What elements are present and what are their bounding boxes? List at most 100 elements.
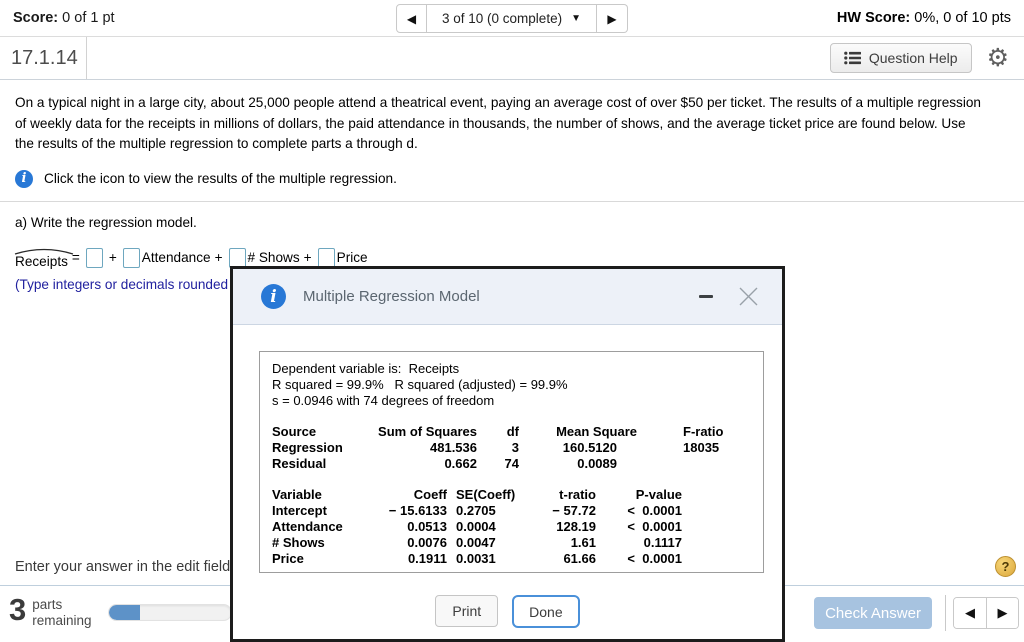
question-help-label: Question Help (868, 50, 958, 66)
formula-lhs: Receipts (15, 253, 68, 269)
prev-arrow-icon: ◀ (406, 11, 417, 26)
hw-score-label: HW Score: (836, 10, 911, 26)
coeff-cell: 0.0031 (456, 551, 496, 566)
shows-label: # Shows (247, 250, 300, 266)
prev-part-button[interactable]: ◀ (954, 598, 986, 628)
info-icon[interactable]: i (15, 169, 33, 188)
parts-label-line1: parts (32, 597, 63, 612)
footer-vertical-divider (945, 595, 946, 631)
regression-results-dialog: i Multiple Regression Model Dependent va… (230, 266, 785, 642)
next-arrow-icon: ▶ (607, 11, 617, 26)
anova-cell (637, 456, 683, 472)
hw-score-text: HW Score: 0%, 0 of 10 pts (837, 10, 1011, 26)
intercept-input[interactable] (85, 247, 103, 268)
shows-coef-input[interactable] (228, 247, 246, 268)
score-text: Score: 0 of 1 pt (13, 10, 115, 26)
coeff-row-shows: # Shows 0.0076 0.0047 1.61 0.1117 (272, 535, 751, 551)
price-label: Price (336, 250, 368, 266)
coeff-cell: 0.0004 (456, 519, 496, 534)
regression-output-box: Dependent variable is: Receipts R square… (259, 351, 764, 573)
anova-row-residual: Residual 0.662 74 0.0089 (272, 456, 751, 472)
attendance-label: Attendance (141, 250, 211, 266)
part-a-prompt: a) Write the regression model. (15, 214, 197, 230)
coeff-cell: 1.61 (570, 535, 596, 550)
view-results-row: i Click the icon to view the results of … (0, 155, 1024, 201)
coeff-header: SE(Coeff) (456, 487, 516, 502)
coeff-cell: − 57.72 (552, 503, 596, 518)
coeff-row-intercept: Intercept − 15.6133 0.2705 − 57.72 < 0.0… (272, 503, 751, 519)
anova-row-regression: Regression 481.536 3 160.5120 18035 (272, 440, 751, 456)
progress-bar (108, 604, 232, 621)
s-line: s = 0.0946 with 74 degrees of freedom (272, 393, 495, 408)
question-bar-actions: Question Help ⚙ (829, 37, 1024, 79)
anova-header: df (506, 424, 519, 439)
anova-header: Mean Square (556, 424, 637, 439)
dialog-header[interactable]: i Multiple Regression Model (233, 269, 782, 325)
coeff-cell: 0.1911 (407, 551, 447, 566)
coeff-cell: 0.0076 (407, 535, 447, 550)
coeff-cell: < 0.0001 (627, 519, 682, 534)
anova-cell: 0.0089 (577, 456, 617, 471)
anova-cell: Regression (272, 440, 343, 455)
next-question-button[interactable]: ▶ (596, 4, 628, 33)
answer-hint-text: Enter your answer in the edit fields (15, 559, 232, 575)
score-label: Score: (13, 10, 59, 26)
coeff-cell: Price (272, 551, 304, 566)
plus-sign-2: + (214, 250, 223, 266)
coeff-header: Coeff (413, 487, 447, 502)
info-icon: i (261, 284, 286, 309)
problem-statement: On a typical night in a large city, abou… (15, 95, 981, 152)
coeff-cell: < 0.0001 (627, 551, 682, 566)
dependent-variable-line: Dependent variable is: Receipts (272, 361, 460, 376)
anova-header: F-ratio (683, 424, 724, 439)
r-squared-line: R squared = 99.9% R squared (adjusted) =… (272, 377, 568, 392)
score-bar: Score: 0 of 1 pt ◀ 3 of 10 (0 complete) … (0, 0, 1024, 37)
coeff-cell: 0.0047 (456, 535, 496, 550)
minimize-icon[interactable] (699, 295, 713, 298)
coeff-header: t-ratio (559, 487, 596, 502)
receipts-hat-term: Receipts (14, 247, 74, 269)
anova-cell: Residual (272, 456, 327, 471)
footer-nav-group: ◀ ▶ (953, 597, 1019, 629)
anova-cell: 0.662 (444, 456, 477, 471)
parts-remaining-label: parts remaining (32, 597, 91, 629)
price-coef-input[interactable] (317, 247, 335, 268)
close-icon[interactable] (737, 285, 760, 308)
anova-cell: 18035 (683, 440, 720, 455)
help-icon[interactable]: ? (995, 556, 1016, 577)
coeff-row-price: Price 0.1911 0.0031 61.66 < 0.0001 (272, 551, 751, 567)
coeff-cell: < 0.0001 (627, 503, 682, 518)
dialog-title: Multiple Regression Model (303, 288, 480, 305)
anova-cell: 481.536 (430, 440, 477, 455)
question-help-button[interactable]: Question Help (829, 43, 972, 73)
question-position-label: 3 of 10 (0 complete) (442, 11, 563, 26)
coeff-cell: 0.2705 (456, 503, 496, 518)
chevron-down-icon: ▼ (571, 13, 581, 24)
coeff-cell: 0.1117 (643, 535, 682, 550)
next-part-button[interactable]: ▶ (986, 598, 1018, 628)
anova-header: Source (272, 424, 317, 439)
coeff-cell: Intercept (272, 503, 327, 518)
gear-icon[interactable]: ⚙ (987, 45, 1009, 71)
parts-label-line2: remaining (32, 613, 92, 629)
prev-question-button[interactable]: ◀ (396, 4, 428, 33)
coeff-row-attendance: Attendance 0.0513 0.0004 128.19 < 0.0001 (272, 519, 751, 535)
view-results-note: Click the icon to view the results of th… (44, 171, 397, 187)
hat-icon (14, 248, 74, 255)
check-answer-button[interactable]: Check Answer (814, 597, 932, 629)
question-id: 17.1.14 (0, 37, 87, 79)
attendance-coef-input[interactable] (122, 247, 140, 268)
anova-cell: 160.5120 (562, 440, 617, 455)
coeff-header: P-value (635, 487, 682, 502)
question-select-dropdown[interactable]: 3 of 10 (0 complete) ▼ (427, 4, 597, 33)
anova-cell: 74 (504, 456, 519, 471)
done-button[interactable]: Done (512, 595, 580, 628)
list-icon (844, 51, 861, 65)
plus-sign-1: + (108, 250, 117, 266)
parts-remaining: 3 parts remaining (9, 592, 92, 629)
coeff-header-row: Variable Coeff SE(Coeff) t-ratio P-value (272, 487, 751, 503)
hw-score-value: 0%, 0 of 10 pts (910, 10, 1011, 26)
question-id-bar: 17.1.14 Question Help ⚙ (0, 37, 1024, 80)
print-button[interactable]: Print (435, 595, 499, 627)
coeff-cell: # Shows (272, 535, 325, 550)
